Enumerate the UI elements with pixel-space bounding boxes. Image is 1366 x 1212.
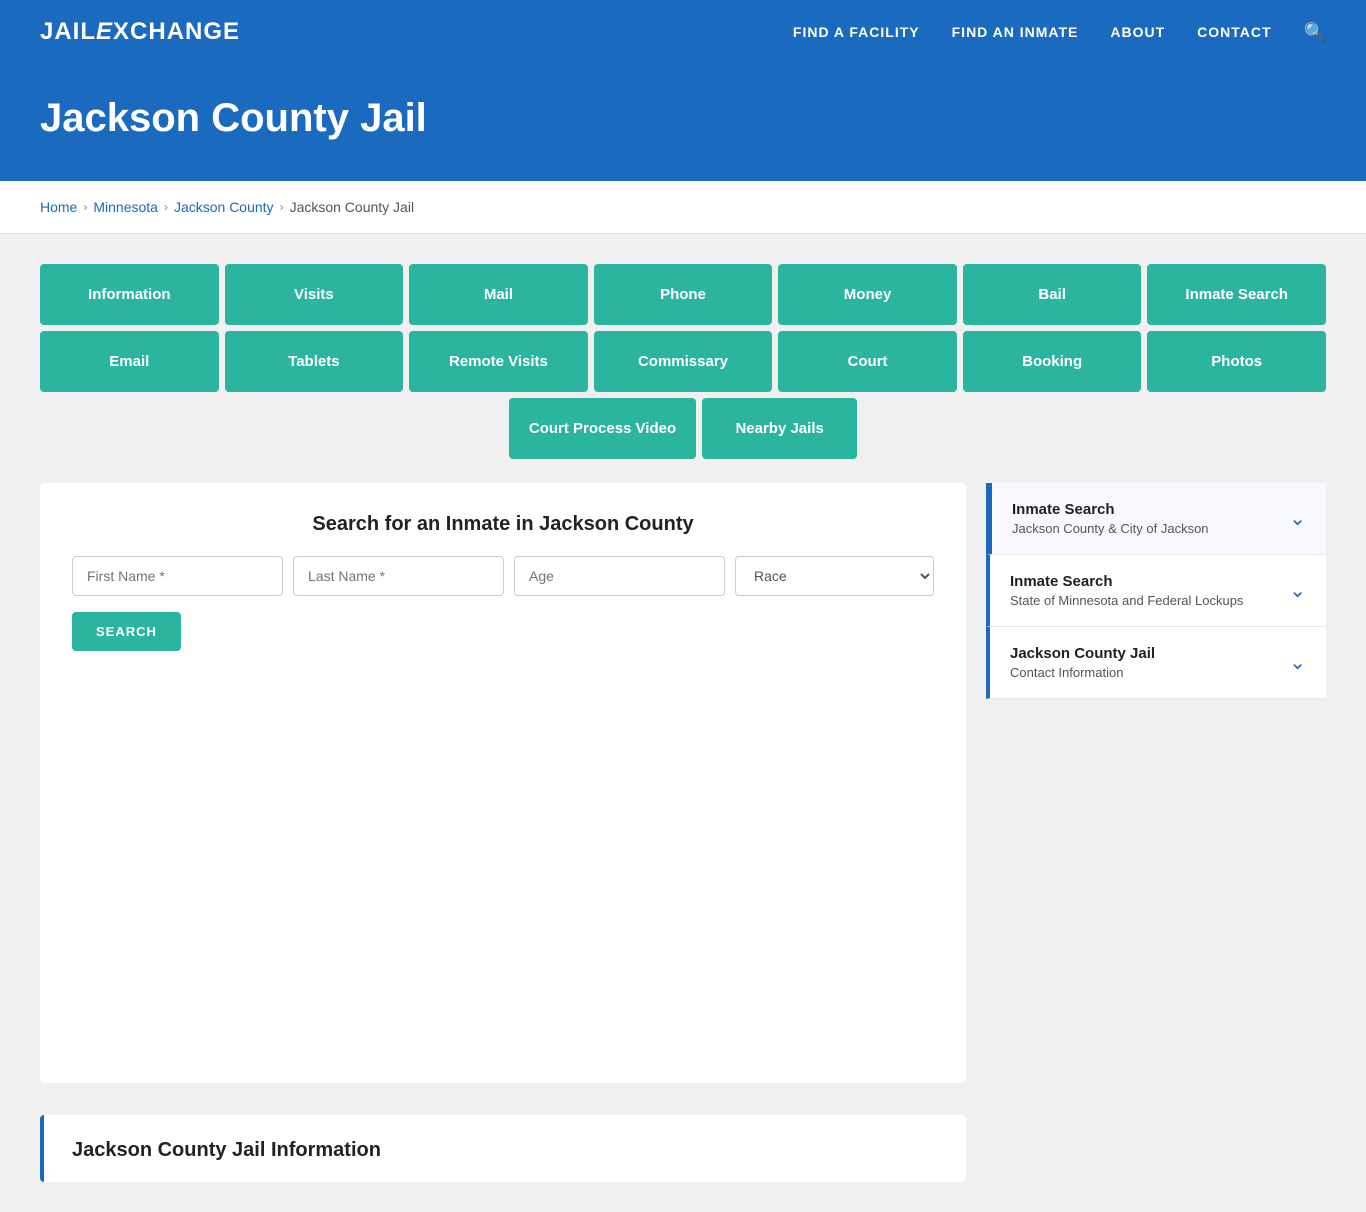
breadcrumb-bar: Home › Minnesota › Jackson County › Jack…: [0, 181, 1366, 234]
sidebar-item-sub-1: Jackson County & City of Jackson: [1012, 521, 1209, 536]
search-inputs: Race White Black Hispanic Asian Native A…: [72, 556, 934, 596]
btn-remote-visits[interactable]: Remote Visits: [409, 331, 588, 392]
search-button[interactable]: SEARCH: [72, 612, 181, 651]
btn-inmate-search[interactable]: Inmate Search: [1147, 264, 1326, 325]
sidebar-inmate-search-jackson[interactable]: Inmate Search Jackson County & City of J…: [986, 483, 1326, 555]
breadcrumb-home[interactable]: Home: [40, 199, 77, 215]
hero-section: Jackson County Jail: [0, 64, 1366, 181]
sidebar-item-label-1: Inmate Search: [1012, 501, 1209, 518]
search-card-title: Search for an Inmate in Jackson County: [72, 513, 934, 536]
breadcrumb: Home › Minnesota › Jackson County › Jack…: [40, 199, 1326, 215]
btn-visits[interactable]: Visits: [225, 264, 404, 325]
search-card: Search for an Inmate in Jackson County R…: [40, 483, 966, 1083]
btn-court-process-video[interactable]: Court Process Video: [509, 398, 696, 459]
nav-about[interactable]: ABOUT: [1110, 24, 1165, 40]
site-logo[interactable]: JAILEXCHANGE: [40, 18, 240, 46]
nav-contact[interactable]: CONTACT: [1197, 24, 1271, 40]
page-title: Jackson County Jail: [40, 96, 1326, 141]
chevron-down-icon-1: ⌄: [1289, 506, 1306, 531]
breadcrumb-sep-1: ›: [83, 200, 87, 214]
sidebar-item-text-3: Jackson County Jail Contact Information: [1010, 645, 1155, 680]
navbar-links: FIND A FACILITY FIND AN INMATE ABOUT CON…: [793, 22, 1326, 43]
btn-email[interactable]: Email: [40, 331, 219, 392]
age-input[interactable]: [514, 556, 725, 596]
sidebar-contact-information[interactable]: Jackson County Jail Contact Information …: [986, 627, 1326, 699]
nav-find-facility[interactable]: FIND A FACILITY: [793, 24, 920, 40]
sidebar-item-sub-2: State of Minnesota and Federal Lockups: [1010, 593, 1243, 608]
sidebar-item-text-1: Inmate Search Jackson County & City of J…: [1012, 501, 1209, 536]
breadcrumb-current: Jackson County Jail: [290, 199, 415, 215]
breadcrumb-sep-2: ›: [164, 200, 168, 214]
btn-mail[interactable]: Mail: [409, 264, 588, 325]
btn-commissary[interactable]: Commissary: [594, 331, 773, 392]
search-icon[interactable]: 🔍: [1304, 22, 1326, 43]
btn-money[interactable]: Money: [778, 264, 957, 325]
sidebar-item-sub-3: Contact Information: [1010, 665, 1155, 680]
logo-ex-text: E: [96, 18, 113, 45]
btn-information[interactable]: Information: [40, 264, 219, 325]
btn-nearby-jails[interactable]: Nearby Jails: [702, 398, 857, 459]
info-bottom-card: Jackson County Jail Information: [40, 1115, 966, 1182]
sidebar: Inmate Search Jackson County & City of J…: [986, 483, 1326, 699]
left-column: Search for an Inmate in Jackson County R…: [40, 483, 966, 1182]
sidebar-inmate-search-minnesota[interactable]: Inmate Search State of Minnesota and Fed…: [986, 555, 1326, 627]
navbar: JAILEXCHANGE FIND A FACILITY FIND AN INM…: [0, 0, 1366, 64]
first-name-input[interactable]: [72, 556, 283, 596]
btn-bail[interactable]: Bail: [963, 264, 1142, 325]
breadcrumb-minnesota[interactable]: Minnesota: [93, 199, 158, 215]
race-select[interactable]: Race White Black Hispanic Asian Native A…: [735, 556, 934, 596]
breadcrumb-sep-3: ›: [280, 200, 284, 214]
btn-photos[interactable]: Photos: [1147, 331, 1326, 392]
nav-find-inmate[interactable]: FIND AN INMATE: [952, 24, 1079, 40]
chevron-down-icon-2: ⌄: [1289, 578, 1306, 603]
sidebar-item-label-3: Jackson County Jail: [1010, 645, 1155, 662]
bottom-section: Search for an Inmate in Jackson County R…: [40, 483, 1326, 1182]
grid-row-1: Information Visits Mail Phone Money Bail…: [40, 264, 1326, 325]
grid-row-3: Court Process Video Nearby Jails: [40, 398, 1326, 459]
logo-jail-text: JAIL: [40, 18, 96, 45]
btn-court[interactable]: Court: [778, 331, 957, 392]
btn-tablets[interactable]: Tablets: [225, 331, 404, 392]
breadcrumb-jackson-county[interactable]: Jackson County: [174, 199, 274, 215]
info-bottom-title: Jackson County Jail Information: [72, 1139, 938, 1162]
logo-xchange-text: XCHANGE: [113, 18, 240, 45]
grid-row-2: Email Tablets Remote Visits Commissary C…: [40, 331, 1326, 392]
btn-phone[interactable]: Phone: [594, 264, 773, 325]
main-area: Information Visits Mail Phone Money Bail…: [0, 234, 1366, 1212]
last-name-input[interactable]: [293, 556, 504, 596]
sidebar-item-text-2: Inmate Search State of Minnesota and Fed…: [1010, 573, 1243, 608]
btn-booking[interactable]: Booking: [963, 331, 1142, 392]
chevron-down-icon-3: ⌄: [1289, 650, 1306, 675]
sidebar-item-label-2: Inmate Search: [1010, 573, 1243, 590]
